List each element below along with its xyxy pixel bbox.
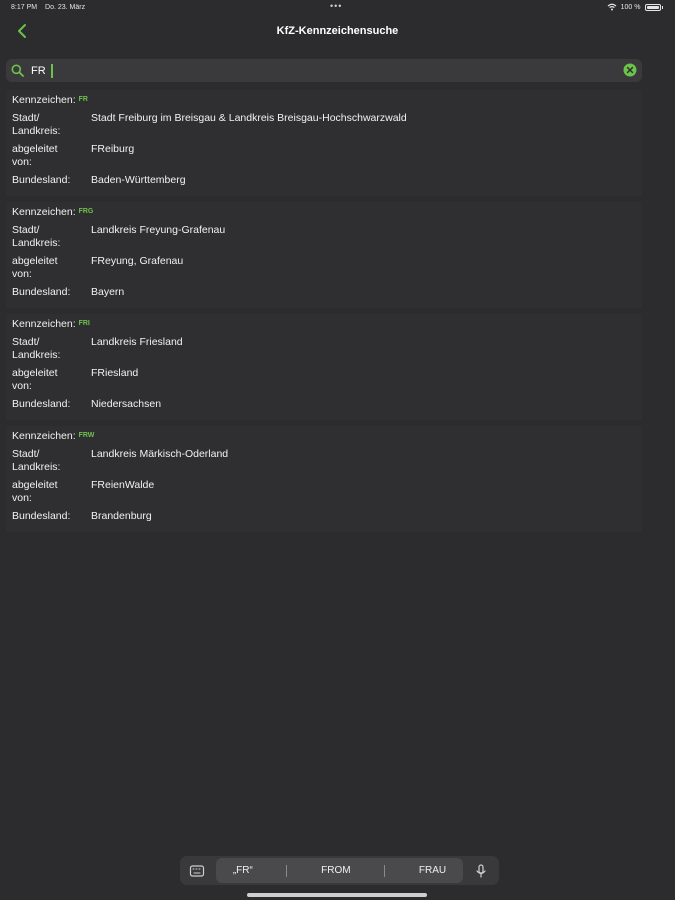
divider: [286, 864, 288, 877]
abgeleitet-value: FRiesland: [91, 367, 139, 379]
row-kennzeichen: Kennzeichen: FR: [6, 94, 642, 112]
battery-tip: [661, 5, 663, 9]
row-bundesland: Bundesland: Baden-Württemberg: [6, 174, 642, 188]
abgeleitet-label: abgeleitet von:: [12, 255, 58, 280]
plate-code: FRI: [78, 320, 90, 327]
row-abgeleitet: abgeleitet von: FReiburg: [6, 143, 642, 174]
status-time: 8:17 PM: [11, 4, 38, 11]
bundesland-label: Bundesland:: [12, 510, 71, 522]
text-caret: [51, 64, 53, 78]
list-item[interactable]: Kennzeichen: FR Stadt/Landkreis: Stadt F…: [6, 90, 642, 196]
suggestion-2[interactable]: FROM: [321, 865, 350, 876]
multitasking-dots[interactable]: •••: [330, 1, 342, 11]
stadt-label: Stadt/Landkreis:: [12, 224, 61, 249]
abgeleitet-label: abgeleitet von:: [12, 479, 58, 504]
search-icon: [11, 64, 24, 77]
bundesland-value: Bayern: [91, 286, 125, 298]
row-stadt: Stadt/Landkreis: Landkreis Friesland: [6, 336, 642, 367]
status-left: 8:17 PM Do. 23. März: [11, 4, 91, 11]
clear-icon[interactable]: [623, 63, 637, 77]
kennzeichen-label: Kennzeichen: FR: [12, 94, 88, 106]
row-kennzeichen: Kennzeichen: FRI: [6, 318, 642, 336]
stadt-value: Stadt Freiburg im Breisgau & Landkreis B…: [91, 112, 407, 124]
microphone-icon[interactable]: [473, 863, 489, 879]
status-date: Do. 23. März: [45, 4, 86, 11]
results-list: Kennzeichen: FR Stadt/Landkreis: Stadt F…: [6, 90, 642, 538]
divider: [384, 864, 386, 877]
row-abgeleitet: abgeleitet von: FRiesland: [6, 367, 642, 398]
bundesland-label: Bundesland:: [12, 286, 71, 298]
plate-code: FRG: [78, 208, 94, 215]
row-abgeleitet: abgeleitet von: FReyung, Grafenau: [6, 255, 642, 286]
stadt-label: Stadt/Landkreis:: [12, 336, 61, 361]
battery-percent: 100 %: [620, 3, 641, 11]
bundesland-value: Niedersachsen: [91, 398, 162, 410]
stadt-label: Stadt/Landkreis:: [12, 448, 61, 473]
row-bundesland: Bundesland: Brandenburg: [6, 510, 642, 524]
abgeleitet-value: FReiburg: [91, 143, 135, 155]
home-indicator[interactable]: [247, 893, 427, 897]
battery-icon: [644, 3, 661, 11]
row-abgeleitet: abgeleitet von: FReienWalde: [6, 479, 642, 510]
bundesland-label: Bundesland:: [12, 398, 71, 410]
abgeleitet-label: abgeleitet von:: [12, 367, 58, 392]
keyboard-suggestion-bar: „FR“ FROM FRAU: [180, 856, 499, 885]
search-input[interactable]: [31, 59, 611, 82]
plate-code: FRW: [78, 432, 95, 439]
stadt-label: Stadt/Landkreis:: [12, 112, 61, 137]
bundesland-value: Brandenburg: [91, 510, 152, 522]
abgeleitet-label: abgeleitet von:: [12, 143, 58, 168]
row-stadt: Stadt/Landkreis: Stadt Freiburg im Breis…: [6, 112, 642, 143]
bundesland-value: Baden-Württemberg: [91, 174, 186, 186]
page-title: KfZ-Kennzeichensuche: [276, 25, 399, 37]
suggestions: „FR“ FROM FRAU: [216, 858, 463, 883]
search-bar[interactable]: [6, 59, 642, 82]
kennzeichen-label: Kennzeichen: FRW: [12, 430, 95, 442]
kennzeichen-label: Kennzeichen: FRG: [12, 206, 94, 218]
nav-bar: KfZ-Kennzeichensuche: [0, 16, 675, 46]
status-bar: 8:17 PM Do. 23. März ••• 100 %: [0, 0, 675, 16]
abgeleitet-value: FReienWalde: [91, 479, 155, 491]
abgeleitet-value: FReyung, Grafenau: [91, 255, 184, 267]
list-item[interactable]: Kennzeichen: FRG Stadt/Landkreis: Landkr…: [6, 202, 642, 308]
list-item[interactable]: Kennzeichen: FRI Stadt/Landkreis: Landkr…: [6, 314, 642, 420]
suggestion-3[interactable]: FRAU: [419, 865, 446, 876]
bundesland-label: Bundesland:: [12, 174, 71, 186]
list-item[interactable]: Kennzeichen: FRW Stadt/Landkreis: Landkr…: [6, 426, 642, 532]
row-kennzeichen: Kennzeichen: FRG: [6, 206, 642, 224]
row-bundesland: Bundesland: Niedersachsen: [6, 398, 642, 412]
row-bundesland: Bundesland: Bayern: [6, 286, 642, 300]
keyboard-icon[interactable]: [189, 863, 205, 879]
status-right: 100 %: [607, 3, 663, 11]
stadt-value: Landkreis Friesland: [91, 336, 183, 348]
row-kennzeichen: Kennzeichen: FRW: [6, 430, 642, 448]
wifi-icon: [607, 3, 617, 11]
plate-code: FR: [78, 96, 88, 103]
row-stadt: Stadt/Landkreis: Landkreis Freyung-Grafe…: [6, 224, 642, 255]
row-stadt: Stadt/Landkreis: Landkreis Märkisch-Oder…: [6, 448, 642, 479]
suggestion-1[interactable]: „FR“: [233, 865, 253, 876]
stadt-value: Landkreis Freyung-Grafenau: [91, 224, 226, 236]
kennzeichen-label: Kennzeichen: FRI: [12, 318, 90, 330]
stadt-value: Landkreis Märkisch-Oderland: [91, 448, 229, 460]
